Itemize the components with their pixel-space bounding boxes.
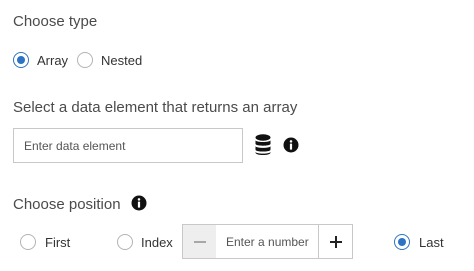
radio-first-label: First <box>45 234 71 250</box>
radio-last-label: Last <box>419 234 444 250</box>
radio-index-circle[interactable] <box>117 234 133 250</box>
data-element-info-icon[interactable] <box>283 137 299 153</box>
radio-last-circle[interactable] <box>394 234 410 250</box>
radio-first[interactable]: First <box>20 234 70 250</box>
radio-index[interactable]: Index <box>117 234 173 250</box>
radio-first-circle[interactable] <box>20 234 36 250</box>
radio-nested[interactable]: Nested <box>77 52 142 68</box>
choose-position-heading: Choose position <box>13 196 121 213</box>
data-element-heading: Select a data element that returns an ar… <box>13 99 298 116</box>
increment-button[interactable] <box>318 224 353 259</box>
minus-icon <box>193 240 206 243</box>
database-icon[interactable] <box>254 132 272 158</box>
radio-array-label: Array <box>37 52 69 68</box>
radio-nested-circle[interactable] <box>77 52 93 68</box>
radio-array[interactable]: Array <box>13 52 68 68</box>
choose-position-info-icon[interactable] <box>131 195 147 211</box>
radio-array-circle[interactable] <box>13 52 29 68</box>
position-number-input[interactable] <box>216 224 319 259</box>
data-element-input[interactable] <box>13 128 243 163</box>
decrement-button[interactable] <box>182 224 217 259</box>
plus-icon <box>329 235 342 248</box>
radio-last[interactable]: Last <box>394 234 444 250</box>
radio-nested-label: Nested <box>101 52 143 68</box>
radio-index-label: Index <box>141 234 173 250</box>
choose-type-heading: Choose type <box>13 13 98 30</box>
